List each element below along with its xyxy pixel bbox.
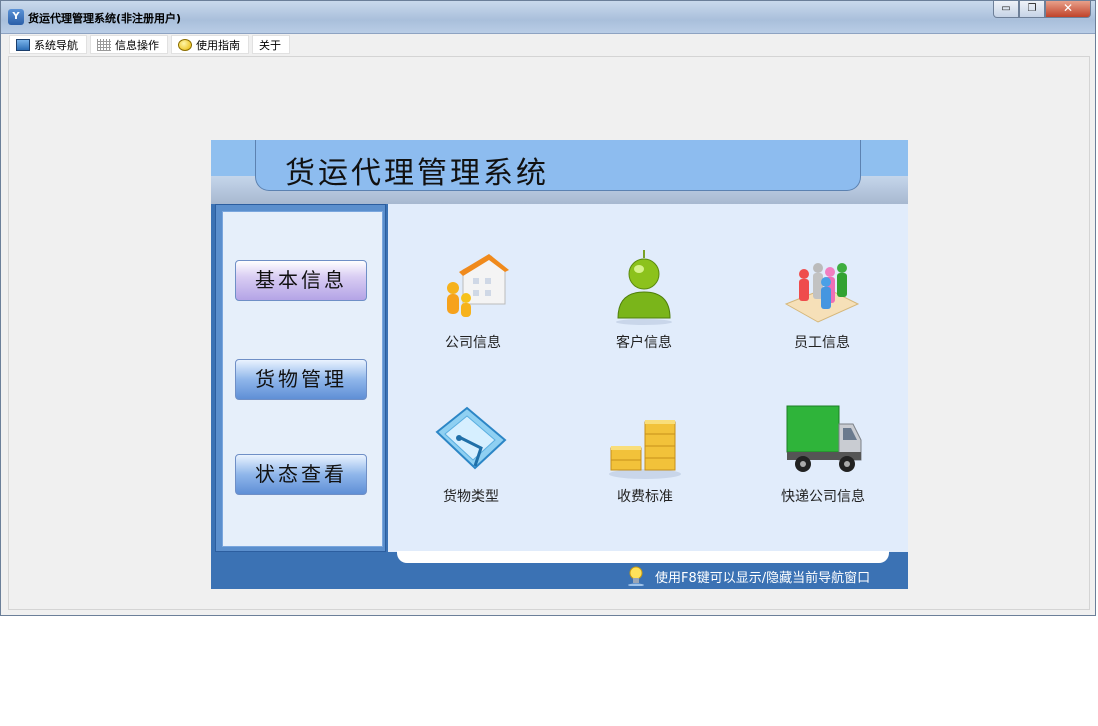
staff-group-icon — [782, 248, 862, 328]
nav-column-inner: 基本信息 货物管理 状态查看 — [222, 211, 383, 547]
restore-button[interactable]: ❐ — [1019, 1, 1045, 18]
courier-company-item[interactable]: 快递公司信息 — [763, 402, 883, 506]
function-grid: 公司信息 客户信息 员工信息 货物类型 收费标准 快递公司信息 — [388, 204, 908, 552]
tab-label: 信息操作 — [115, 38, 159, 52]
item-label: 货物类型 — [443, 489, 499, 505]
close-button[interactable]: ✕ — [1045, 1, 1091, 18]
item-label: 公司信息 — [445, 335, 501, 351]
goods-type-icon — [431, 402, 511, 482]
fee-standard-item[interactable]: 收费标准 — [585, 402, 705, 506]
window-title: 货运代理管理系统(非注册用户) — [28, 12, 182, 25]
nav-goods-management-button[interactable]: 货物管理 — [235, 359, 367, 400]
tab-label: 系统导航 — [34, 38, 78, 52]
menu-tab-bar: 系统导航 信息操作 使用指南 关于 — [9, 35, 293, 55]
tab-label: 关于 — [259, 38, 281, 52]
smiley-icon — [178, 38, 192, 51]
panel-footer-bar — [397, 551, 889, 563]
staff-info-item[interactable]: 员工信息 — [762, 248, 882, 352]
grid-icon — [97, 38, 111, 51]
panel-title: 货运代理管理系统 — [285, 156, 549, 191]
navigation-panel: 货运代理管理系统 基本信息 货物管理 状态查看 公司信息 客户信息 员工信息 货… — [211, 140, 908, 589]
panel-banner: 货运代理管理系统 — [211, 140, 908, 204]
item-label: 快递公司信息 — [781, 489, 865, 505]
tab-info-operation[interactable]: 信息操作 — [90, 35, 168, 54]
f8-hint: 使用F8键可以显示/隐藏当前导航窗口 — [627, 566, 871, 587]
gold-coins-icon — [605, 402, 685, 482]
tab-system-navigation[interactable]: 系统导航 — [9, 35, 87, 54]
lightbulb-icon — [627, 566, 645, 587]
goods-type-item[interactable]: 货物类型 — [411, 402, 531, 506]
window-controls: ▭ ❐ ✕ — [993, 1, 1091, 19]
tab-user-guide[interactable]: 使用指南 — [171, 35, 249, 54]
item-label: 收费标准 — [617, 489, 673, 505]
nav-column: 基本信息 货物管理 状态查看 — [215, 204, 386, 552]
customer-person-icon — [604, 248, 684, 328]
monitor-icon — [16, 38, 30, 51]
item-label: 客户信息 — [616, 335, 672, 351]
tab-about[interactable]: 关于 — [252, 35, 290, 54]
item-label: 员工信息 — [794, 335, 850, 351]
tab-label: 使用指南 — [196, 38, 240, 52]
customer-info-item[interactable]: 客户信息 — [584, 248, 704, 352]
company-building-icon — [433, 248, 513, 328]
app-logo-icon: Y — [8, 9, 24, 25]
company-info-item[interactable]: 公司信息 — [413, 248, 533, 352]
nav-status-view-button[interactable]: 状态查看 — [235, 454, 367, 495]
minimize-button[interactable]: ▭ — [993, 1, 1019, 18]
delivery-truck-icon — [783, 402, 863, 482]
title-bar[interactable]: Y 货运代理管理系统(非注册用户) ▭ ❐ ✕ — [1, 1, 1095, 34]
nav-basic-info-button[interactable]: 基本信息 — [235, 260, 367, 301]
hint-text: 使用F8键可以显示/隐藏当前导航窗口 — [655, 570, 871, 586]
